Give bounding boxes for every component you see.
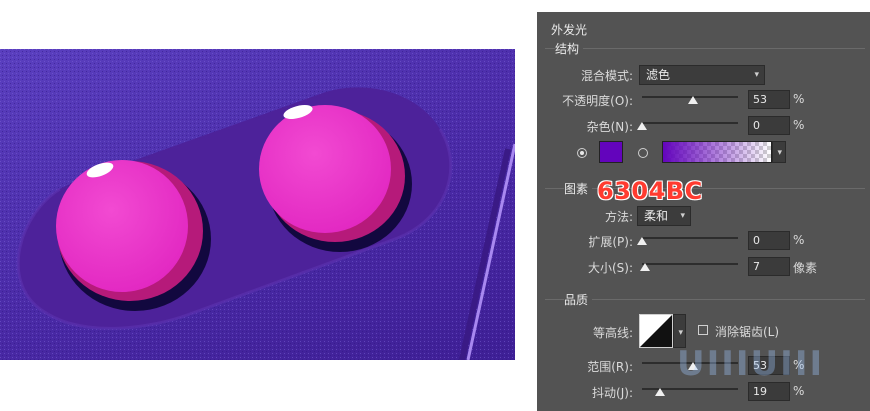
noise-label: 杂色(N): <box>586 120 633 134</box>
noise-slider[interactable] <box>642 122 738 124</box>
blend-mode-select[interactable]: 滤色 ▾ <box>639 65 765 85</box>
blend-mode-value: 滤色 <box>646 68 671 82</box>
chevron-down-icon: ▾ <box>754 70 759 80</box>
contour-preview[interactable] <box>639 314 673 348</box>
blend-mode-label: 混合模式: <box>580 69 633 83</box>
spread-slider-thumb[interactable] <box>637 237 647 245</box>
gradient-dropdown[interactable]: ▾ <box>772 141 786 163</box>
panel-title: 外发光 <box>551 23 588 37</box>
noise-unit: % <box>793 118 805 132</box>
chevron-down-icon: ▾ <box>680 211 685 221</box>
spread-input[interactable]: 0 <box>748 231 790 250</box>
contour-curve-icon <box>640 315 672 347</box>
contour-dropdown[interactable]: ▾ <box>673 314 686 348</box>
opacity-label: 不透明度(O): <box>562 94 633 108</box>
structure-label: 结构 <box>555 40 584 57</box>
noise-slider-thumb[interactable] <box>637 122 647 130</box>
opacity-unit: % <box>793 92 805 106</box>
structure-divider <box>545 48 865 49</box>
jitter-input[interactable]: 19 <box>748 382 790 401</box>
jitter-label: 抖动(J): <box>592 386 633 400</box>
noise-input[interactable]: 0 <box>748 116 790 135</box>
antialias-checkbox[interactable] <box>698 325 708 335</box>
quality-label: 品质 <box>564 291 593 308</box>
outer-glow-panel: 外发光 结构 混合模式: 滤色 ▾ 不透明度(O): 53 % 杂色(N): 0… <box>537 12 870 411</box>
color-radio[interactable] <box>577 148 587 158</box>
watermark-logo: UIIIUIII <box>677 344 825 384</box>
elements-label: 图素 <box>564 180 593 197</box>
jitter-unit: % <box>793 384 805 398</box>
antialias-label: 消除锯齿(L) <box>715 325 780 339</box>
method-value: 柔和 <box>644 209 669 223</box>
gradient-radio[interactable] <box>638 148 648 158</box>
game-controller-buttons-art <box>0 49 515 360</box>
opacity-input[interactable]: 53 <box>748 90 790 109</box>
spread-unit: % <box>793 233 805 247</box>
quality-divider <box>545 299 865 300</box>
spread-slider[interactable] <box>642 237 738 239</box>
illustration-canvas <box>0 49 515 360</box>
size-unit: 像素 <box>793 261 818 275</box>
spread-label: 扩展(P): <box>588 235 633 249</box>
size-label: 大小(S): <box>587 261 633 275</box>
elements-divider <box>545 188 865 189</box>
gradient-swatch[interactable] <box>662 141 772 163</box>
glow-color-swatch[interactable] <box>599 141 623 163</box>
range-label: 范围(R): <box>587 360 633 374</box>
size-slider[interactable] <box>642 263 738 265</box>
method-select[interactable]: 柔和 ▾ <box>637 206 691 226</box>
jitter-slider-thumb[interactable] <box>655 388 666 396</box>
size-slider-thumb[interactable] <box>639 263 650 271</box>
contour-label: 等高线: <box>592 326 633 340</box>
size-input[interactable]: 7 <box>748 257 790 276</box>
color-annotation: 6304BC <box>597 177 703 205</box>
opacity-slider-thumb[interactable] <box>687 96 698 104</box>
chevron-down-icon: ▾ <box>777 148 782 158</box>
chevron-down-icon: ▾ <box>678 328 683 338</box>
method-label: 方法: <box>604 210 633 224</box>
